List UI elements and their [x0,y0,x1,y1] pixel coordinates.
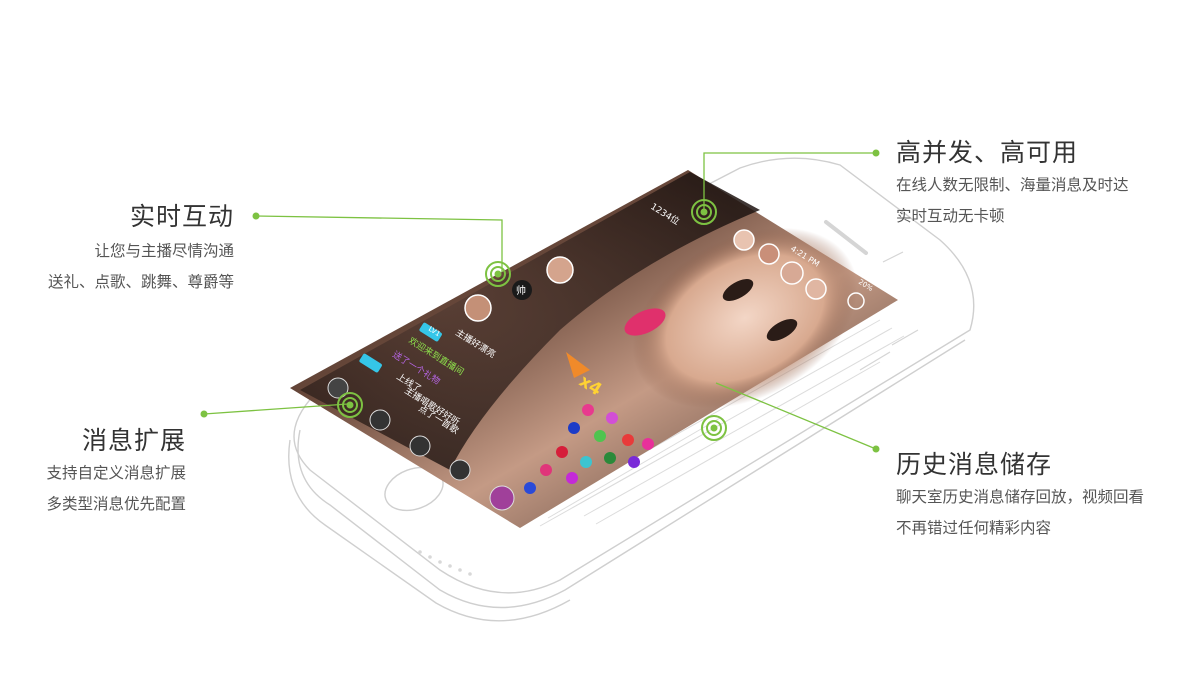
feature-desc: 多类型消息优先配置 [46,495,186,513]
feature-desc: 让您与主播尽情沟通 [94,242,234,260]
viewer-avatar[interactable] [780,261,804,285]
bottom-speaker [418,550,472,576]
feature-title: 历史消息储存 [896,450,1053,479]
phone-screen: 4:21 PM 20% 1234位 帅 LV1 主播好漂亮 欢迎来到直播间 送了… [290,170,898,528]
viewer-avatar[interactable] [733,229,755,251]
feature-desc: 聊天室历史消息储存回放，视频回看 [896,488,1145,506]
feature-history: 历史消息储存 聊天室历史消息储存回放，视频回看 不再错过任何精彩内容 [896,448,1196,544]
feature-title: 消息扩展 [81,426,186,455]
feature-extension: 消息扩展 支持自定义消息扩展 多类型消息优先配置 [0,424,186,520]
feature-desc: 支持自定义消息扩展 [46,464,186,482]
feature-desc: 送礼、点歌、跳舞、尊爵等 [47,273,234,291]
feature-title: 高并发、高可用 [896,138,1079,167]
feature-desc: 不再错过任何精彩内容 [896,519,1052,537]
feature-concurrency: 高并发、高可用 在线人数无限制、海量消息及时达 实时互动无卡顿 [896,136,1196,232]
host-avatar-small[interactable] [464,294,492,322]
host-badge: 帅 [516,284,526,297]
target-ring-icon [701,415,727,441]
viewer-avatar[interactable] [805,278,827,300]
feature-title: 实时互动 [129,202,234,231]
gift-icon[interactable] [489,485,515,511]
phone-illustration: 4:21 PM 20% 1234位 帅 LV1 主播好漂亮 欢迎来到直播间 送了… [200,149,975,622]
viewer-avatar[interactable] [758,243,780,265]
feature-desc: 在线人数无限制、海量消息及时达 [896,176,1129,194]
host-avatar[interactable] [546,256,574,284]
feature-realtime: 实时互动 让您与主播尽情沟通 送礼、点歌、跳舞、尊爵等 [0,200,234,298]
song-request-icon[interactable] [409,435,431,457]
crown-icon[interactable] [449,459,471,481]
mic-icon[interactable] [369,409,391,431]
feature-desc: 实时互动无卡顿 [896,207,1005,225]
